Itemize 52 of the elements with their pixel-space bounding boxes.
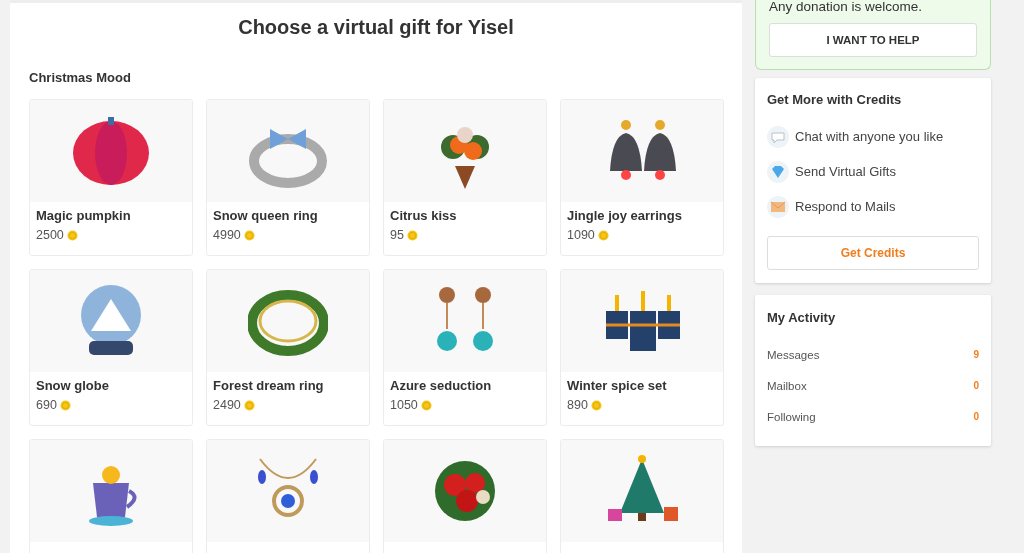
gift-card[interactable]: Azure seduction 1050 xyxy=(383,269,547,426)
gift-card[interactable]: Snow queen ring 4990 xyxy=(206,99,370,256)
feature-label: Respond to Mails xyxy=(795,199,896,214)
gift-card[interactable]: Snow globe 690 xyxy=(29,269,193,426)
card-title: Get More with Credits xyxy=(767,92,903,107)
feature-label: Send Virtual Gifts xyxy=(795,164,896,179)
coin-icon xyxy=(59,399,71,411)
coin-icon xyxy=(243,229,255,241)
gift-name: Snow globe xyxy=(36,378,110,393)
gift-price: 2490 xyxy=(213,398,241,412)
donation-text: Any donation is welcome. xyxy=(769,0,924,14)
gift-card[interactable]: Magic pumpkin 2500 xyxy=(29,99,193,256)
gift-card[interactable]: Winter spice set 890 xyxy=(560,269,724,426)
gift-price: 1050 xyxy=(390,398,418,412)
activity-count: 0 xyxy=(973,380,979,391)
gift-name: Magic pumpkin xyxy=(36,208,132,223)
chat-bubble-icon xyxy=(767,125,789,148)
gift-card[interactable]: Citrus kiss 95 xyxy=(383,99,547,256)
gift-price: 95 xyxy=(390,228,404,242)
activity-link[interactable]: Messages xyxy=(767,348,820,361)
envelope-icon xyxy=(767,195,789,218)
page-title: Choose a virtual gift for Yisel xyxy=(237,15,515,39)
coin-icon xyxy=(66,229,78,241)
coin-icon xyxy=(590,399,602,411)
gift-name: Azure seduction xyxy=(390,378,493,393)
gift-price: 890 xyxy=(567,398,588,412)
feature-label: Chat with anyone you like xyxy=(795,129,944,144)
help-button[interactable]: I WANT TO HELP xyxy=(769,23,977,57)
gift-name: Forest dream ring xyxy=(213,378,325,393)
activity-count: 0 xyxy=(973,411,979,422)
gift-price: 2500 xyxy=(36,228,64,242)
gift-card[interactable]: Forest dream ring 2490 xyxy=(206,269,370,426)
gift-card[interactable] xyxy=(29,439,193,553)
gift-name: Snow queen ring xyxy=(213,208,319,223)
gift-name: Winter spice set xyxy=(567,378,668,393)
activity-link[interactable]: Following xyxy=(767,410,816,423)
activity-link[interactable]: Mailbox xyxy=(767,379,807,392)
section-title: Christmas Mood xyxy=(29,70,132,85)
gift-name: Citrus kiss xyxy=(390,208,458,223)
gift-card[interactable]: Jingle joy earrings 1090 xyxy=(560,99,724,256)
gift-price: 690 xyxy=(36,398,57,412)
gift-price: 4990 xyxy=(213,228,241,242)
gift-price: 1090 xyxy=(567,228,595,242)
gift-name: Jingle joy earrings xyxy=(567,208,683,223)
coin-icon xyxy=(420,399,432,411)
gift-card[interactable] xyxy=(560,439,724,553)
activity-count: 9 xyxy=(973,349,979,360)
coin-icon xyxy=(406,229,418,241)
coin-icon xyxy=(243,399,255,411)
coin-icon xyxy=(597,229,609,241)
card-title: My Activity xyxy=(767,310,837,325)
gift-card[interactable] xyxy=(383,439,547,553)
